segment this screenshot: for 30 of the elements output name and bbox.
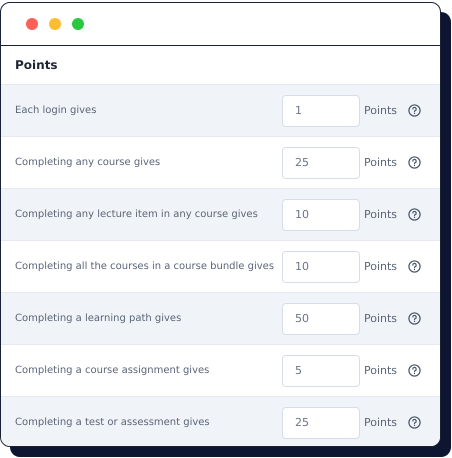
points-input[interactable]: 10 xyxy=(282,250,360,282)
setting-label: Each login gives xyxy=(15,105,98,116)
points-input[interactable]: 25 xyxy=(282,146,360,178)
help-icon[interactable] xyxy=(408,104,421,117)
points-input[interactable]: 25 xyxy=(282,406,360,438)
setting-label: Completing any course gives xyxy=(15,157,162,168)
help-icon[interactable] xyxy=(408,364,421,377)
unit-label: Points xyxy=(364,312,398,325)
help-icon[interactable] xyxy=(408,260,421,273)
unit-label: Points xyxy=(364,260,398,273)
points-input[interactable]: 1 xyxy=(282,94,360,126)
close-window-control[interactable] xyxy=(26,18,38,30)
unit-label: Points xyxy=(364,364,398,377)
setting-label: Completing a learning path gives xyxy=(15,313,182,324)
points-input[interactable]: 5 xyxy=(282,354,360,386)
help-icon[interactable] xyxy=(408,312,421,325)
setting-label: Completing all the courses in a course bundle gives xyxy=(15,261,276,272)
points-input[interactable]: 10 xyxy=(282,198,360,230)
help-icon[interactable] xyxy=(408,156,421,169)
setting-label: Completing a test or assessment gives xyxy=(15,417,211,428)
points-input[interactable]: 50 xyxy=(282,302,360,334)
section-title: Points xyxy=(15,58,58,72)
setting-label: Completing a course assignment gives xyxy=(15,365,210,376)
unit-label: Points xyxy=(364,156,398,169)
help-icon[interactable] xyxy=(408,416,421,429)
unit-label: Points xyxy=(364,208,398,221)
unit-label: Points xyxy=(364,416,398,429)
help-icon[interactable] xyxy=(408,208,421,221)
unit-label: Points xyxy=(364,104,398,117)
setting-label: Completing any lecture item in any course gives xyxy=(15,209,259,220)
